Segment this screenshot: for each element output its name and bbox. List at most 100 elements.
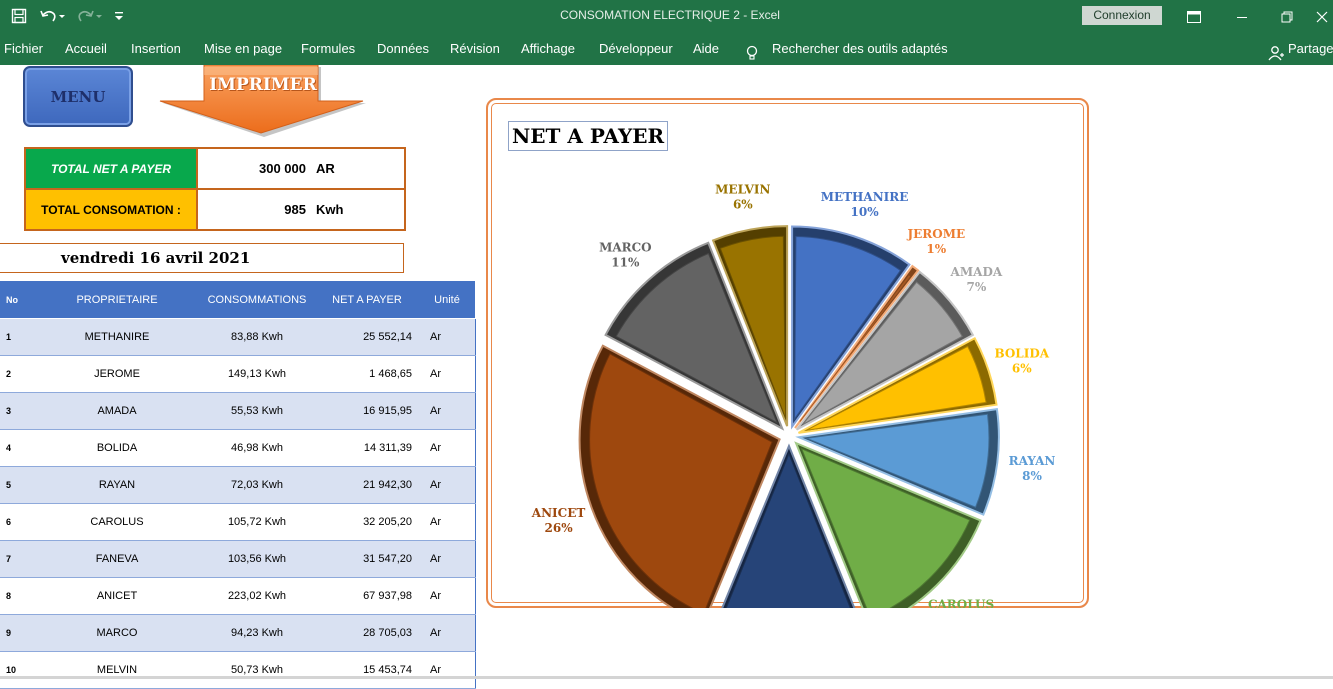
cell-no[interactable]: 1 bbox=[0, 318, 41, 356]
tab-formules[interactable]: Formules bbox=[301, 33, 355, 65]
tab-fichier[interactable]: Fichier bbox=[4, 33, 43, 65]
totals-table: TOTAL NET A PAYER 300 000 AR TOTAL CONSOM… bbox=[24, 147, 406, 231]
person-icon[interactable] bbox=[1268, 41, 1284, 61]
close-icon[interactable] bbox=[1310, 0, 1333, 33]
table-row: 7 FANEVA 103,56 Kwh 31 547,20 Ar bbox=[0, 540, 476, 578]
cell-owner[interactable]: CAROLUS bbox=[41, 503, 193, 541]
ribbon-tabs: Fichier Accueil Insertion Mise en page F… bbox=[0, 33, 1333, 65]
total-net-label: TOTAL NET A PAYER bbox=[24, 147, 198, 190]
print-label: IMPRIMER bbox=[209, 75, 317, 95]
cell-unit[interactable]: Ar bbox=[420, 503, 476, 541]
cell-no[interactable]: 4 bbox=[0, 429, 41, 467]
lightbulb-icon[interactable] bbox=[745, 41, 759, 60]
header-net[interactable]: NET A PAYER bbox=[321, 281, 420, 319]
cell-net[interactable]: 67 937,98 bbox=[321, 577, 420, 615]
tab-affichage[interactable]: Affichage bbox=[521, 33, 575, 65]
tab-aide[interactable]: Aide bbox=[693, 33, 719, 65]
cell-net[interactable]: 1 468,65 bbox=[321, 355, 420, 393]
cell-consumption[interactable]: 46,98 Kwh bbox=[193, 429, 321, 467]
cell-owner[interactable]: AMADA bbox=[41, 392, 193, 430]
cell-consumption[interactable]: 83,88 Kwh bbox=[193, 318, 321, 356]
cell-unit[interactable]: Ar bbox=[420, 466, 476, 504]
table-row: 2 JEROME 149,13 Kwh 1 468,65 Ar bbox=[0, 355, 476, 393]
cell-owner[interactable]: RAYAN bbox=[41, 466, 193, 504]
cell-consumption[interactable]: 72,03 Kwh bbox=[193, 466, 321, 504]
cell-owner[interactable]: ANICET bbox=[41, 577, 193, 615]
cell-owner[interactable]: BOLIDA bbox=[41, 429, 193, 467]
total-consumption-unit: Kwh bbox=[316, 202, 344, 217]
tab-developpeur[interactable]: Développeur bbox=[599, 33, 673, 65]
cell-no[interactable]: 9 bbox=[0, 614, 41, 652]
table-row: 6 CAROLUS 105,72 Kwh 32 205,20 Ar bbox=[0, 503, 476, 541]
tab-revision[interactable]: Révision bbox=[450, 33, 500, 65]
cell-unit[interactable]: Ar bbox=[420, 355, 476, 393]
cell-consumption[interactable]: 94,23 Kwh bbox=[193, 614, 321, 652]
cell-no[interactable]: 3 bbox=[0, 392, 41, 430]
cell-unit[interactable]: Ar bbox=[420, 318, 476, 356]
cell-no[interactable]: 7 bbox=[0, 540, 41, 578]
total-net-cell[interactable]: 300 000 AR bbox=[196, 147, 406, 190]
cell-net[interactable]: 31 547,20 bbox=[321, 540, 420, 578]
cell-owner[interactable]: FANEVA bbox=[41, 540, 193, 578]
tab-accueil[interactable]: Accueil bbox=[65, 33, 107, 65]
tab-mise-en-page[interactable]: Mise en page bbox=[204, 33, 282, 65]
cell-net[interactable]: 14 311,39 bbox=[321, 429, 420, 467]
cell-net[interactable]: 28 705,03 bbox=[321, 614, 420, 652]
save-icon[interactable] bbox=[10, 6, 28, 26]
cell-owner[interactable]: JEROME bbox=[41, 355, 193, 393]
cell-unit[interactable]: Ar bbox=[420, 429, 476, 467]
connexion-button[interactable]: Connexion bbox=[1082, 6, 1162, 25]
print-button[interactable]: IMPRIMER bbox=[158, 64, 368, 137]
header-consumption[interactable]: CONSOMMATIONS bbox=[193, 281, 321, 319]
menu-button[interactable]: MENU bbox=[23, 66, 133, 127]
tab-donnees[interactable]: Données bbox=[377, 33, 429, 65]
cell-consumption[interactable]: 105,72 Kwh bbox=[193, 503, 321, 541]
header-no[interactable]: No bbox=[0, 281, 41, 319]
header-unit[interactable]: Unité bbox=[420, 281, 475, 319]
chart-title[interactable]: NET A PAYER bbox=[508, 121, 669, 151]
customize-toolbar-icon[interactable] bbox=[112, 6, 126, 26]
cell-unit[interactable]: Ar bbox=[420, 540, 476, 578]
pie-percent-melvin: 6% bbox=[733, 197, 753, 211]
cell-no[interactable]: 10 bbox=[0, 651, 41, 689]
redo-icon[interactable] bbox=[74, 6, 104, 26]
cell-owner[interactable]: METHANIRE bbox=[41, 318, 193, 356]
cell-net[interactable]: 25 552,14 bbox=[321, 318, 420, 356]
cell-net[interactable]: 15 453,74 bbox=[321, 651, 420, 689]
cell-net[interactable]: 21 942,30 bbox=[321, 466, 420, 504]
restore-icon[interactable] bbox=[1265, 0, 1309, 33]
total-consumption-cell[interactable]: 985 Kwh bbox=[196, 188, 406, 231]
pie-percent-bolida: 6% bbox=[1012, 362, 1032, 376]
cell-no[interactable]: 2 bbox=[0, 355, 41, 393]
table-row: 10 MELVIN 50,73 Kwh 15 453,74 Ar bbox=[0, 651, 476, 689]
share-button[interactable]: Partager bbox=[1288, 33, 1333, 65]
cell-no[interactable]: 6 bbox=[0, 503, 41, 541]
cell-consumption[interactable]: 50,73 Kwh bbox=[193, 651, 321, 689]
search-tools-label[interactable]: Rechercher des outils adaptés bbox=[772, 33, 948, 65]
cell-net[interactable]: 16 915,95 bbox=[321, 392, 420, 430]
cell-consumption[interactable]: 149,13 Kwh bbox=[193, 355, 321, 393]
pie-chart[interactable]: METHANIRE10%JEROME1%AMADA7%BOLIDA6%RAYAN… bbox=[486, 98, 1089, 608]
cell-unit[interactable]: Ar bbox=[420, 577, 476, 615]
cell-consumption[interactable]: 55,53 Kwh bbox=[193, 392, 321, 430]
cell-no[interactable]: 8 bbox=[0, 577, 41, 615]
cell-unit[interactable]: Ar bbox=[420, 614, 476, 652]
minimize-icon[interactable] bbox=[1220, 0, 1264, 33]
pie-percent-rayan: 8% bbox=[1022, 469, 1042, 483]
cell-no[interactable]: 5 bbox=[0, 466, 41, 504]
tab-insertion[interactable]: Insertion bbox=[131, 33, 181, 65]
header-owner[interactable]: PROPRIETAIRE bbox=[41, 281, 193, 319]
pie-label-anicet: ANICET bbox=[531, 506, 586, 520]
ribbon-display-options-icon[interactable] bbox=[1172, 0, 1216, 33]
cell-owner[interactable]: MARCO bbox=[41, 614, 193, 652]
cell-unit[interactable]: Ar bbox=[420, 392, 476, 430]
undo-icon[interactable] bbox=[38, 6, 66, 26]
cell-unit[interactable]: Ar bbox=[420, 651, 476, 689]
pie-percent-jerome: 1% bbox=[926, 242, 946, 256]
table-row: 3 AMADA 55,53 Kwh 16 915,95 Ar bbox=[0, 392, 476, 430]
date-cell[interactable]: vendredi 16 avril 2021 bbox=[0, 243, 404, 273]
cell-net[interactable]: 32 205,20 bbox=[321, 503, 420, 541]
cell-owner[interactable]: MELVIN bbox=[41, 651, 193, 689]
cell-consumption[interactable]: 103,56 Kwh bbox=[193, 540, 321, 578]
cell-consumption[interactable]: 223,02 Kwh bbox=[193, 577, 321, 615]
